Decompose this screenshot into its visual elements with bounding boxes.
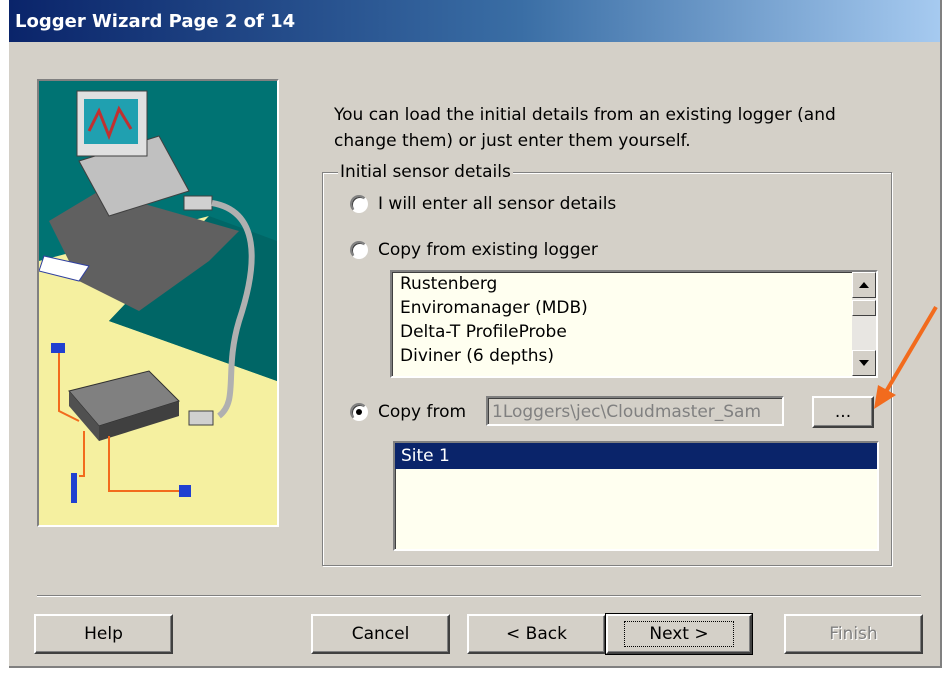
radio-manual-row[interactable]: I will enter all sensor details [350, 194, 616, 214]
intro-text: You can load the initial details from an… [334, 105, 836, 151]
radio-copy-from-label: Copy from [378, 402, 467, 422]
radio-copy-from[interactable] [350, 403, 368, 421]
browse-button[interactable]: ... [812, 396, 874, 428]
help-button[interactable]: Help [34, 614, 173, 654]
radio-manual-label: I will enter all sensor details [378, 194, 617, 214]
next-button[interactable]: Next > [605, 613, 753, 655]
site-list[interactable]: Site 1 [393, 441, 879, 551]
next-button-label: Next > [624, 621, 734, 647]
source-path-field[interactable]: 1Loggers\jec\Cloudmaster_Sam [486, 396, 784, 426]
list-item[interactable]: Delta-T ProfileProbe [392, 320, 876, 344]
list-item[interactable]: Rustenberg [392, 272, 876, 296]
list-item[interactable]: Enviromanager (MDB) [392, 296, 876, 320]
radio-existing[interactable] [350, 241, 368, 259]
groupbox-legend: Initial sensor details [338, 162, 513, 182]
radio-copy-from-row[interactable]: Copy from [350, 402, 466, 422]
logger-computer-illustration [39, 81, 277, 503]
radio-manual[interactable] [350, 195, 368, 213]
list-item-selected[interactable]: Site 1 [395, 443, 877, 469]
up-arrow-icon [859, 282, 869, 288]
footer-divider-highlight [37, 596, 921, 597]
down-arrow-icon [859, 360, 869, 366]
existing-logger-list[interactable]: Rustenberg Enviromanager (MDB) Delta-T P… [390, 270, 878, 378]
title-bar: Logger Wizard Page 2 of 14 [9, 0, 940, 42]
wizard-illustration [37, 79, 279, 527]
window-title: Logger Wizard Page 2 of 14 [15, 11, 296, 32]
cancel-button[interactable]: Cancel [311, 614, 450, 654]
scroll-up-button[interactable] [852, 272, 876, 298]
radio-existing-label: Copy from existing logger [378, 240, 598, 260]
list-item[interactable]: Diviner (6 depths) [392, 344, 876, 368]
back-button[interactable]: < Back [467, 614, 606, 654]
radio-existing-row[interactable]: Copy from existing logger [350, 240, 598, 260]
annotation-arrow-icon [874, 305, 938, 409]
finish-button[interactable]: Finish [784, 614, 923, 654]
